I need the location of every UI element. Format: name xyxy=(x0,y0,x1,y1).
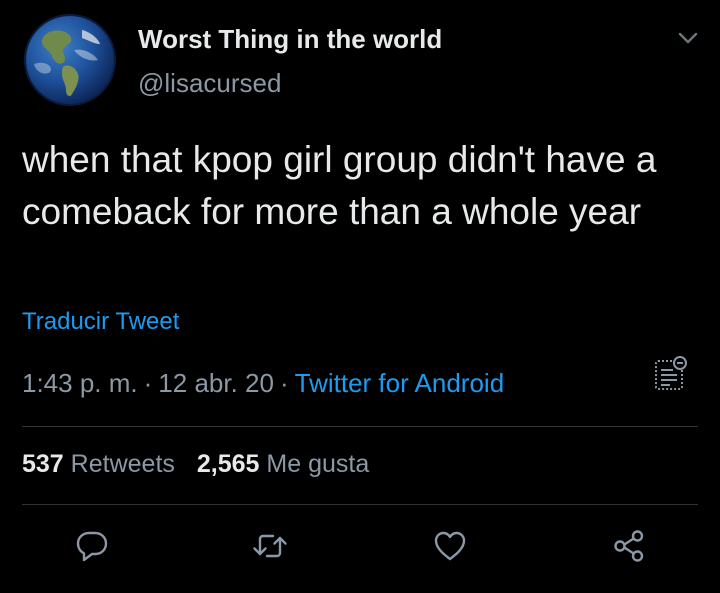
tweet-actions-bar xyxy=(0,526,720,566)
tweet-time: 1:43 p. m. xyxy=(22,368,138,398)
meta-separator: · xyxy=(279,368,289,398)
like-icon xyxy=(434,531,466,561)
display-name[interactable]: Worst Thing in the world xyxy=(138,24,442,55)
earth-globe-avatar-icon xyxy=(24,14,116,106)
tweet-meta: 1:43 p. m. · 12 abr. 20 · Twitter for Androi… xyxy=(22,368,504,399)
tweet-analytics-button[interactable] xyxy=(654,354,688,392)
chevron-down-icon xyxy=(678,32,698,44)
retweets-count: 537 xyxy=(22,450,64,478)
share-button[interactable] xyxy=(609,526,649,566)
reply-button[interactable] xyxy=(72,526,112,566)
translate-tweet-link[interactable]: Traducir Tweet xyxy=(22,308,179,336)
tweet-date: 12 abr. 20 xyxy=(158,368,274,398)
tweet-text: when that kpop girl group didn't have a … xyxy=(22,139,657,232)
divider xyxy=(22,426,698,427)
tweet-menu-button[interactable] xyxy=(674,24,702,52)
likes-stat[interactable]: 2,565 Me gusta xyxy=(197,450,369,478)
tweet-stats: 537 Retweets 2,565 Me gusta xyxy=(22,450,369,479)
retweet-button[interactable] xyxy=(250,526,290,566)
divider xyxy=(22,504,698,505)
retweets-label: Retweets xyxy=(70,450,175,478)
share-icon xyxy=(614,530,644,562)
likes-count: 2,565 xyxy=(196,450,260,478)
reply-icon xyxy=(76,531,108,562)
retweets-stat[interactable]: 537 Retweets xyxy=(22,450,175,478)
user-handle[interactable]: @lisacursed xyxy=(138,68,281,99)
tweet-source-link[interactable]: Twitter for Android xyxy=(295,368,505,398)
avatar[interactable] xyxy=(24,14,116,106)
like-button[interactable] xyxy=(430,526,470,566)
analytics-icon xyxy=(655,356,687,390)
retweet-icon xyxy=(253,534,287,558)
meta-separator: · xyxy=(143,368,153,398)
likes-label: Me gusta xyxy=(266,450,370,478)
